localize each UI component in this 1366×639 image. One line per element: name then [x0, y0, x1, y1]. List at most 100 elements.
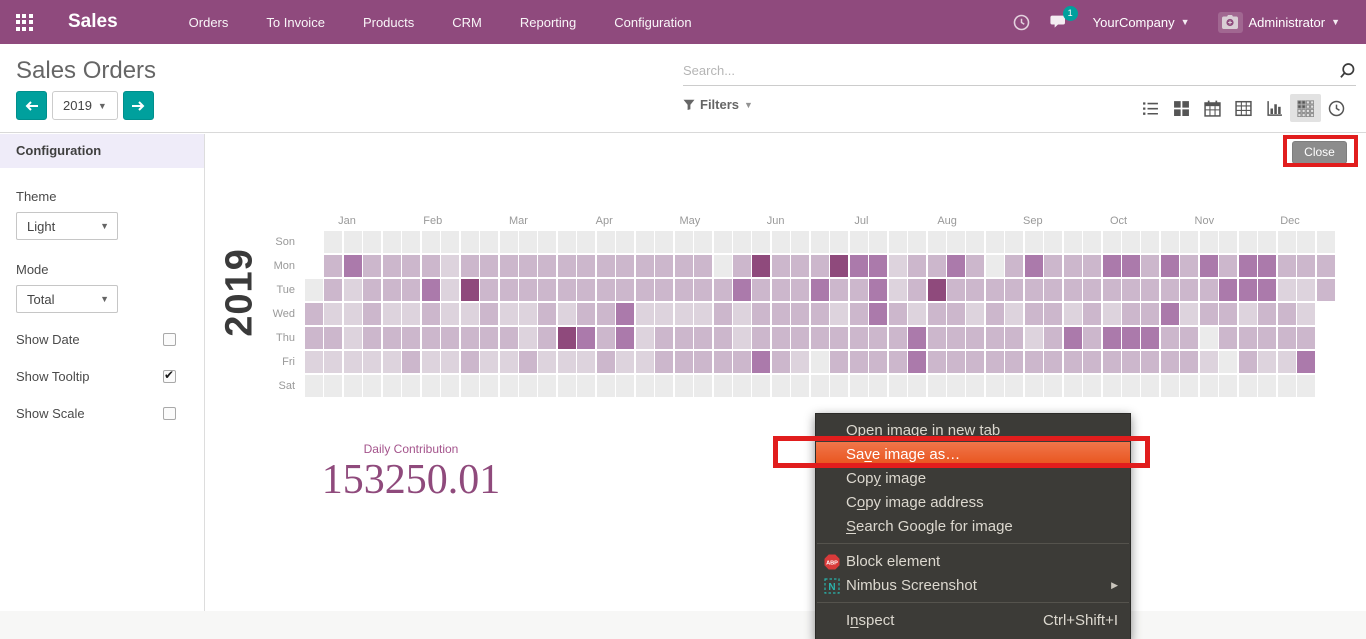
nav-item-orders[interactable]: Orders — [174, 9, 244, 36]
graph-view-button[interactable] — [1259, 94, 1290, 122]
heatmap-cell — [500, 375, 518, 397]
heatmap-cell — [1044, 303, 1062, 325]
heatmap-cell — [480, 351, 498, 373]
heatmap-cell — [1064, 303, 1082, 325]
context-menu-item-block-element[interactable]: ABPBlock element — [816, 549, 1130, 573]
nav-item-crm[interactable]: CRM — [437, 9, 497, 36]
nav-item-products[interactable]: Products — [348, 9, 429, 36]
heatmap-cell — [1278, 303, 1296, 325]
activity-clock-button[interactable] — [1005, 0, 1039, 44]
context-menu-item-copy-image[interactable]: Copy image — [816, 466, 1130, 490]
heatmap-cell — [1083, 231, 1101, 253]
heatmap-view-button[interactable] — [1290, 94, 1321, 122]
calendar-view-button[interactable] — [1197, 94, 1228, 122]
pivot-view-button[interactable] — [1228, 94, 1259, 122]
heatmap-cell — [830, 255, 848, 277]
theme-select[interactable]: Light ▼ — [16, 212, 118, 240]
heatmap-cell — [655, 303, 673, 325]
filters-label: Filters — [700, 97, 739, 112]
heatmap-cell — [1200, 327, 1218, 349]
heatmap-cell — [889, 255, 907, 277]
context-menu-item-copy-image-address[interactable]: Copy image address — [816, 490, 1130, 514]
day-label: Fri — [205, 356, 295, 368]
heatmap-cell — [1103, 231, 1121, 253]
heatmap-cell — [558, 303, 576, 325]
heatmap-cell — [597, 255, 615, 277]
activity-view-button[interactable] — [1321, 94, 1352, 122]
search-input[interactable] — [683, 63, 1338, 78]
heatmap-cell — [772, 303, 790, 325]
next-year-button[interactable] — [123, 91, 154, 120]
heatmap-cell — [636, 375, 654, 397]
kanban-view-icon — [1173, 100, 1190, 117]
arrow-right-icon — [131, 100, 145, 112]
heatmap-cell — [538, 231, 556, 253]
mode-value: Total — [27, 292, 54, 307]
heatmap-cell — [1103, 255, 1121, 277]
heatmap-cell — [461, 351, 479, 373]
context-menu-item-nimbus-screenshot[interactable]: NNimbus Screenshot▶ — [816, 573, 1130, 597]
heatmap-cell — [441, 231, 459, 253]
company-switcher[interactable]: YourCompany ▼ — [1081, 0, 1202, 44]
heatmap-cell — [616, 303, 634, 325]
heatmap-cell — [947, 279, 965, 301]
heatmap-cell — [772, 231, 790, 253]
heatmap-cell — [363, 279, 381, 301]
show-tooltip-checkbox[interactable] — [163, 370, 176, 383]
heatmap-cell — [714, 279, 732, 301]
heatmap-cell — [869, 351, 887, 373]
list-view-button[interactable] — [1135, 94, 1166, 122]
close-button[interactable]: Close — [1292, 141, 1347, 164]
heatmap-cell — [966, 303, 984, 325]
heatmap-cell — [714, 303, 732, 325]
heatmap-cell — [616, 255, 634, 277]
heatmap-cell — [1258, 375, 1276, 397]
heatmap-cell — [1122, 279, 1140, 301]
chevron-down-icon: ▼ — [1181, 17, 1190, 27]
heatmap-cell — [538, 303, 556, 325]
heatmap-cell — [597, 279, 615, 301]
app-name[interactable]: Sales — [68, 11, 118, 33]
heatmap-cell — [461, 303, 479, 325]
show-scale-checkbox[interactable] — [163, 407, 176, 420]
nav-item-to-invoice[interactable]: To Invoice — [251, 9, 340, 36]
heatmap-cell — [791, 351, 809, 373]
heatmap-cell — [1239, 375, 1257, 397]
heatmap-cell — [422, 375, 440, 397]
context-menu-item-open-image-in-new-tab[interactable]: Open image in new tab — [816, 418, 1130, 442]
heatmap-cell — [305, 327, 323, 349]
heatmap-cell — [791, 327, 809, 349]
heatmap-cell — [1083, 351, 1101, 373]
nav-item-reporting[interactable]: Reporting — [505, 9, 591, 36]
heatmap-cell — [1103, 351, 1121, 373]
heatmap-cell — [324, 303, 342, 325]
show-date-checkbox[interactable] — [163, 333, 176, 346]
pivot-view-icon — [1235, 100, 1252, 117]
kanban-view-button[interactable] — [1166, 94, 1197, 122]
heatmap-cell — [714, 255, 732, 277]
mode-select[interactable]: Total ▼ — [16, 285, 118, 313]
unread-count-badge: 1 — [1063, 6, 1078, 21]
heatmap-cell — [305, 279, 323, 301]
context-menu-item-search-google-for-image[interactable]: Search Google for image — [816, 514, 1130, 538]
year-select[interactable]: 2019 ▼ — [52, 91, 118, 120]
context-menu-item-inspect[interactable]: InspectCtrl+Shift+I — [816, 608, 1130, 632]
list-view-icon — [1142, 100, 1159, 117]
nav-item-configuration[interactable]: Configuration — [599, 9, 706, 36]
heatmap-cell — [402, 327, 420, 349]
heatmap-cell — [1200, 279, 1218, 301]
user-menu[interactable]: Administrator ▼ — [1206, 0, 1353, 44]
heatmap-cell — [1161, 279, 1179, 301]
heatmap-cell — [986, 231, 1004, 253]
heatmap-cell — [1044, 351, 1062, 373]
heatmap-cell — [1219, 231, 1237, 253]
search-icon[interactable] — [1338, 62, 1356, 80]
sidebar-header: Configuration — [0, 134, 204, 168]
apps-menu-button[interactable] — [0, 0, 48, 44]
heatmap-cell — [1005, 351, 1023, 373]
heatmap-cell — [830, 279, 848, 301]
previous-year-button[interactable] — [16, 91, 47, 120]
filters-dropdown[interactable]: Filters ▼ — [683, 97, 753, 112]
context-menu-item-save-image-as[interactable]: Save image as… — [816, 442, 1130, 466]
messages-button[interactable]: 1 — [1043, 0, 1077, 44]
